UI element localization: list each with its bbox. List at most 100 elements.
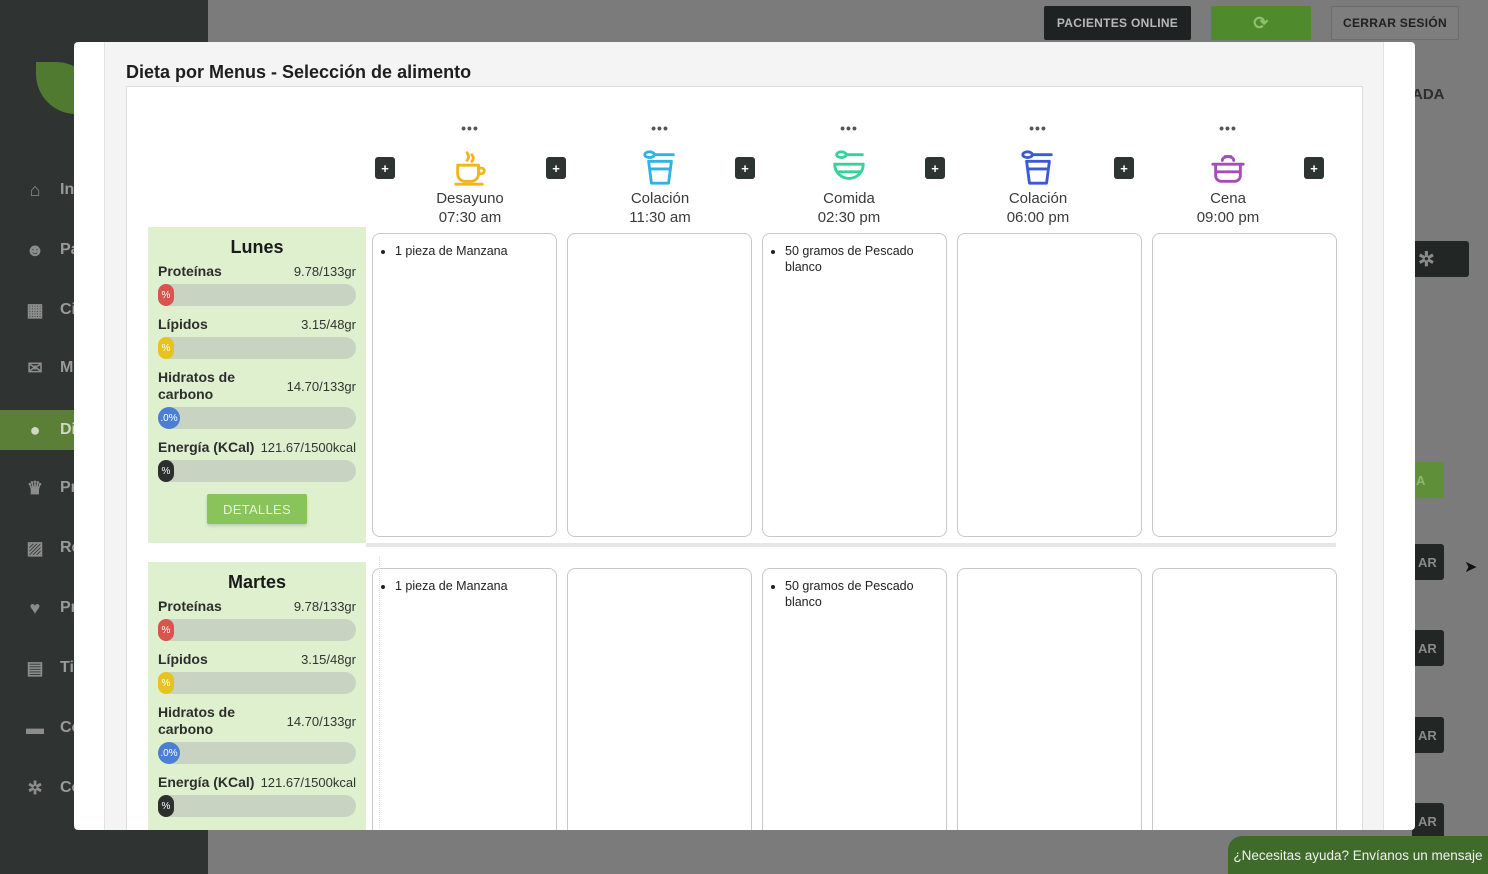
meal-cell[interactable]: 1 pieza de Manzana — [372, 233, 557, 537]
meal-column-header: ••• Colación 06:00 pm — [943, 87, 1133, 227]
modal-title: Dieta por Menus - Selección de alimento — [126, 62, 472, 82]
meal-cell[interactable] — [1152, 568, 1337, 830]
store-icon: ▤ — [26, 657, 44, 678]
heart-icon: ♥ — [29, 597, 41, 618]
nutrient-row: Energía (KCal) 121.67/1500kcal% — [158, 774, 356, 817]
details-button[interactable]: DETALLES — [207, 494, 307, 524]
progress-fill: % — [158, 672, 174, 694]
meal-cell[interactable] — [1152, 233, 1337, 537]
gear-icon: ✲ — [27, 777, 43, 798]
progress-fill: % — [158, 619, 174, 641]
pot-icon — [1209, 149, 1247, 187]
nutrient-value: 14.70/133gr — [286, 714, 356, 729]
logout-button[interactable]: CERRAR SESIÓN — [1331, 6, 1459, 40]
nutrient-value: 3.15/48gr — [301, 317, 356, 332]
row-separator — [366, 543, 1336, 547]
add-food-button[interactable]: + — [925, 157, 945, 179]
meal-cell[interactable] — [567, 568, 752, 830]
add-food-button[interactable]: + — [1304, 157, 1324, 179]
food-list: 1 pieza de Manzana — [383, 243, 546, 259]
nutrient-label: Hidratos de carbono — [158, 369, 236, 402]
nutrient-progress-bar: % — [158, 284, 356, 306]
sidebar-item-label: In — [60, 181, 75, 198]
meal-options-menu[interactable]: ••• — [1133, 120, 1323, 136]
food-list: 50 gramos de Pescado blanco — [773, 243, 936, 275]
food-item: 50 gramos de Pescado blanco — [785, 578, 936, 610]
food-item: 50 gramos de Pescado blanco — [785, 243, 936, 275]
add-food-button[interactable]: + — [546, 157, 566, 179]
nutrient-progress-bar: % — [158, 337, 356, 359]
chart-icon: ▨ — [26, 537, 44, 558]
meal-time: 11:30 am — [629, 209, 691, 226]
nutrient-value: 3.15/48gr — [301, 652, 356, 667]
sync-button[interactable]: ⟳ — [1211, 6, 1311, 40]
nutrient-row: Lípidos 3.15/48gr% — [158, 316, 356, 359]
mail-icon: ✉ — [27, 357, 43, 378]
patients-online-button[interactable]: PACIENTES ONLINE — [1044, 6, 1191, 40]
progress-fill: % — [158, 284, 174, 306]
nutrient-progress-bar: .0% — [158, 407, 356, 429]
meal-name: Cena — [1210, 190, 1246, 207]
coffee-cup-icon — [451, 149, 489, 187]
meal-cell[interactable] — [957, 233, 1142, 537]
meal-name: Desayuno — [436, 190, 504, 207]
background-action-button: AR — [1412, 717, 1444, 753]
nutrient-progress-bar: % — [158, 672, 356, 694]
nutrient-row: Proteínas 9.78/133gr% — [158, 263, 356, 306]
meal-cell[interactable] — [567, 233, 752, 537]
background-settings-button: ✲ — [1412, 241, 1469, 277]
meal-options-menu[interactable]: ••• — [943, 120, 1133, 136]
meal-cell[interactable]: 1 pieza de Manzana — [372, 568, 557, 830]
meal-cell[interactable]: 50 gramos de Pescado blanco — [762, 568, 947, 830]
nutrient-row: Lípidos 3.15/48gr% — [158, 651, 356, 694]
diet-menu-modal: Dieta por Menus - Selección de alimento … — [74, 42, 1415, 830]
progress-fill: .0% — [158, 407, 180, 429]
day-summary-card: Martes Proteínas 9.78/133gr% Lípidos 3.15/48… — [148, 562, 366, 830]
meal-name: Comida — [823, 190, 875, 207]
add-food-button[interactable]: + — [375, 157, 395, 179]
nutrient-value: 14.70/133gr — [286, 379, 356, 394]
meal-cell[interactable] — [957, 568, 1142, 830]
progress-fill: .0% — [158, 742, 180, 764]
meal-column-header: ••• Cena 09:00 pm — [1133, 87, 1323, 227]
nutrient-value: 121.67/1500kcal — [260, 775, 356, 790]
gear-icon: ✲ — [1418, 248, 1435, 271]
trophy-icon: ♛ — [26, 477, 44, 498]
day-name: Martes — [227, 572, 287, 592]
background-action-button: AR — [1412, 803, 1444, 839]
glass-spoon-icon — [641, 149, 679, 187]
sync-icon: ⟳ — [1253, 12, 1269, 33]
help-chat-button[interactable]: ¿Necesitas ayuda? Envíanos un mensaje — [1228, 836, 1488, 874]
sidebar-item-label: M — [60, 359, 74, 376]
nutrient-progress-bar: .0% — [158, 742, 356, 764]
wallet-icon: ▬ — [26, 717, 44, 738]
nutrient-progress-bar: % — [158, 795, 356, 817]
food-item: 1 pieza de Manzana — [395, 243, 546, 259]
food-list: 50 gramos de Pescado blanco — [773, 578, 936, 610]
progress-fill: % — [158, 795, 174, 817]
progress-fill: % — [158, 337, 174, 359]
mouse-cursor-icon: ➤ — [1464, 559, 1478, 576]
nutrient-row: Energía (KCal) 121.67/1500kcal% — [158, 439, 356, 482]
nutrient-label: Hidratos de carbono — [158, 704, 236, 737]
meal-options-menu[interactable]: ••• — [754, 120, 944, 136]
background-label: ADA — [1412, 86, 1445, 103]
meal-options-menu[interactable]: ••• — [375, 120, 565, 136]
add-food-button[interactable]: + — [1114, 157, 1134, 179]
nutrient-progress-bar: % — [158, 460, 356, 482]
apple-icon: ● — [29, 419, 41, 440]
nutrient-value: 9.78/133gr — [293, 599, 356, 614]
nutrient-value: 9.78/133gr — [293, 264, 356, 279]
bowl-spoon-icon — [830, 149, 868, 187]
meal-options-menu[interactable]: ••• — [565, 120, 755, 136]
add-food-button[interactable]: + — [735, 157, 755, 179]
nutrient-progress-bar: % — [158, 619, 356, 641]
meal-cell[interactable]: 50 gramos de Pescado blanco — [762, 233, 947, 537]
day-summary-card: Lunes Proteínas 9.78/133gr% Lípidos 3.15/48g… — [148, 227, 366, 543]
background-green-button: A — [1412, 462, 1444, 498]
food-item: 1 pieza de Manzana — [395, 578, 546, 594]
nutrient-row: Hidratos de carbono 14.70/133gr .0% — [158, 704, 356, 764]
meal-name: Colación — [630, 190, 690, 207]
divider — [379, 557, 380, 830]
meal-time: 09:00 pm — [1196, 209, 1260, 226]
